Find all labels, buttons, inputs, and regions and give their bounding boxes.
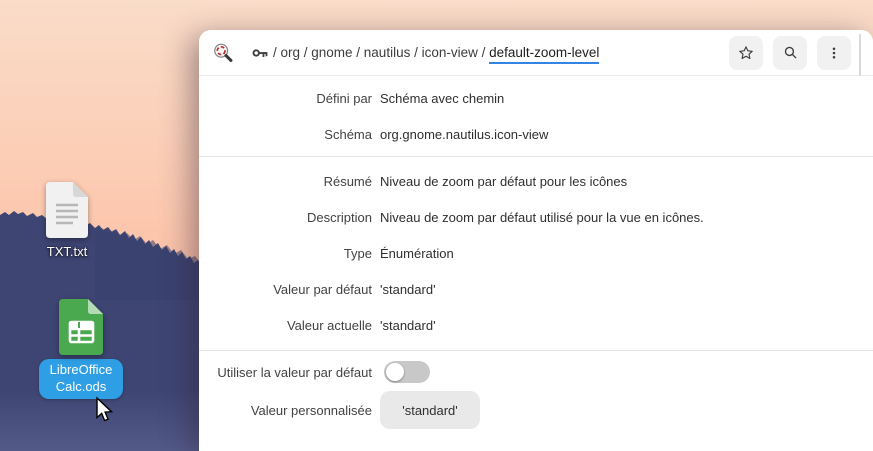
property-label: Valeur par défaut — [199, 282, 372, 297]
property-value: 'standard' — [380, 318, 436, 333]
scrollbar-thumb[interactable] — [859, 34, 861, 76]
property-row-type: Type Énumération — [199, 235, 873, 271]
key-icon — [252, 45, 268, 61]
custom-value-dropdown[interactable]: 'standard' — [380, 391, 480, 429]
search-button[interactable] — [773, 36, 807, 70]
property-label: Défini par — [199, 91, 372, 106]
property-value: Niveau de zoom par défaut utilisé pour l… — [380, 210, 704, 225]
headerbar: / org / gnome / nautilus / icon-view / d… — [199, 30, 873, 76]
property-label: Schéma — [199, 127, 372, 142]
spreadsheet-document-icon — [59, 299, 103, 355]
dconf-editor-window: / org / gnome / nautilus / icon-view / d… — [199, 30, 873, 451]
property-row-default-value: Valeur par défaut 'standard' — [199, 271, 873, 307]
property-value: org.gnome.nautilus.icon-view — [380, 127, 548, 142]
menu-kebab-icon — [825, 44, 843, 62]
bookmark-button[interactable] — [729, 36, 763, 70]
property-row-summary: Résumé Niveau de zoom par défaut pour le… — [199, 163, 873, 199]
property-row-description: Description Niveau de zoom par défaut ut… — [199, 199, 873, 235]
mouse-cursor — [94, 396, 116, 426]
breadcrumb-path-prefix[interactable]: / org / gnome / nautilus / icon-view / — [273, 45, 489, 60]
desktop-icon-label: TXT.txt — [47, 244, 87, 259]
breadcrumb-current-key[interactable]: default-zoom-level — [489, 45, 599, 64]
screen: TXT.txt LibreOffice Calc.ods — [0, 0, 873, 451]
separator — [199, 156, 873, 157]
custom-value-label: Valeur personnalisée — [199, 403, 372, 418]
text-document-icon — [46, 182, 88, 238]
property-value: Schéma avec chemin — [380, 91, 504, 106]
custom-value-row: Valeur personnalisée 'standard' — [199, 391, 873, 429]
breadcrumb[interactable]: / org / gnome / nautilus / icon-view / d… — [273, 45, 599, 60]
toggle-knob — [386, 363, 404, 381]
use-default-toggle[interactable] — [384, 361, 430, 383]
desktop-icon-libreoffice-calc[interactable]: LibreOffice Calc.ods — [39, 299, 123, 399]
property-label: Valeur actuelle — [199, 318, 372, 333]
property-value: Énumération — [380, 246, 454, 261]
property-label: Description — [199, 210, 372, 225]
headerbar-buttons — [729, 36, 851, 70]
property-row-schema: Schéma org.gnome.nautilus.icon-view — [199, 116, 873, 152]
property-row-defined-by: Défini par Schéma avec chemin — [199, 80, 873, 116]
property-row-current-value: Valeur actuelle 'standard' — [199, 307, 873, 343]
desktop-icon-txt-file[interactable]: TXT.txt — [25, 182, 109, 259]
use-default-row: Utiliser la valeur par défaut — [199, 354, 873, 390]
menu-button[interactable] — [817, 36, 851, 70]
separator — [199, 350, 873, 351]
dconf-editor-app-icon — [212, 42, 234, 64]
desktop-icon-label-selected: LibreOffice Calc.ods — [39, 359, 123, 399]
use-default-label: Utiliser la valeur par défaut — [199, 365, 372, 380]
property-value: Niveau de zoom par défaut pour les icône… — [380, 174, 627, 189]
search-icon — [782, 44, 799, 61]
star-icon — [737, 44, 755, 62]
property-label: Type — [199, 246, 372, 261]
property-value: 'standard' — [380, 282, 436, 297]
property-label: Résumé — [199, 174, 372, 189]
